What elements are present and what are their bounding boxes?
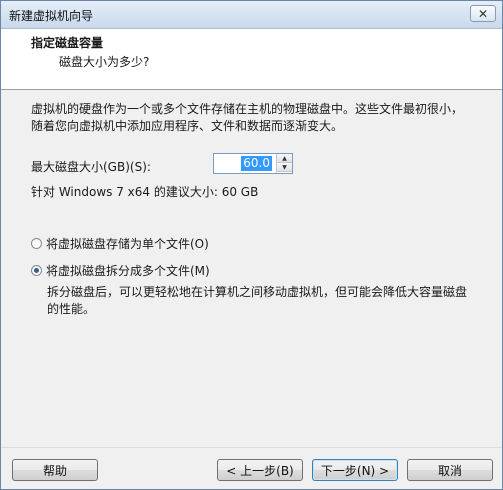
suggested-size-text: 针对 Windows 7 x64 的建议大小: 60 GB <box>31 185 259 199</box>
wizard-window: 新建虚拟机向导 ✕ 指定磁盘容量 磁盘大小为多少? 虚拟机的硬盘作为一个或多个文… <box>0 0 503 490</box>
title-bar[interactable]: 新建虚拟机向导 ✕ <box>1 1 502 29</box>
split-description: 拆分磁盘后，可以更轻松地在计算机之间移动虚拟机，但可能会降低大容量磁盘的性能。 <box>47 285 468 316</box>
disk-size-label: 最大磁盘大小(GB)(S): <box>31 160 151 174</box>
radio-selected-dot <box>34 268 39 273</box>
stepper-buttons: ▲ ▼ <box>276 154 292 173</box>
disk-size-input[interactable]: 60.0 <box>241 156 272 171</box>
radio-split-files-circle[interactable] <box>31 265 42 276</box>
close-icon: ✕ <box>477 6 489 21</box>
radio-split-files-label[interactable]: 将虚拟磁盘拆分成多个文件(M) <box>46 262 210 279</box>
footer-divider <box>1 447 502 448</box>
radio-split-files[interactable]: 将虚拟磁盘拆分成多个文件(M) <box>31 262 210 279</box>
description-text: 虚拟机的硬盘作为一个或多个文件存储在主机的物理磁盘中。这些文件最初很小，随着您向… <box>31 102 464 133</box>
next-button[interactable]: 下一步(N) > <box>312 459 398 481</box>
wizard-header: 指定磁盘容量 磁盘大小为多少? <box>1 29 502 90</box>
radio-single-file-circle[interactable] <box>31 238 42 249</box>
window-title: 新建虚拟机向导 <box>9 9 94 23</box>
help-button[interactable]: 帮助 <box>12 459 98 481</box>
back-button[interactable]: < 上一步(B) <box>217 459 303 481</box>
radio-single-file-label[interactable]: 将虚拟磁盘存储为单个文件(O) <box>46 235 209 252</box>
disk-size-stepper[interactable]: 60.0 ▲ ▼ <box>213 153 293 174</box>
radio-single-file[interactable]: 将虚拟磁盘存储为单个文件(O) <box>31 235 209 252</box>
stepper-up-icon[interactable]: ▲ <box>277 154 292 163</box>
page-subtitle: 磁盘大小为多少? <box>59 55 150 69</box>
stepper-down-icon[interactable]: ▼ <box>277 163 292 172</box>
cancel-button[interactable]: 取消 <box>407 459 493 481</box>
close-button[interactable]: ✕ <box>470 5 496 22</box>
page-title: 指定磁盘容量 <box>31 36 104 50</box>
